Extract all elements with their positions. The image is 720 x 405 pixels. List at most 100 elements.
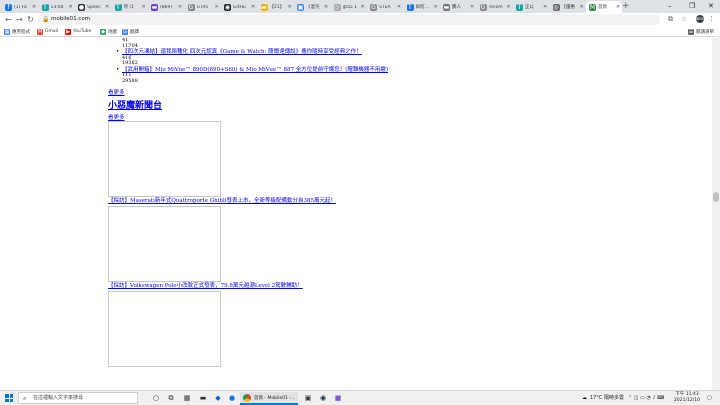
scrollbar[interactable] [712,38,720,390]
tab-favicon-icon: ◉ [224,3,231,11]
browser-tab[interactable]: ● Speec ✕ [75,1,111,13]
close-tab-icon[interactable]: ✕ [215,4,221,10]
system-tray-icons[interactable]: ⌃ ◫ ▭ ◔ ♪ ⌨ [628,392,664,405]
bookmark-icon: ◆ [100,28,106,35]
close-tab-icon[interactable]: ✕ [324,4,330,10]
address-bar[interactable]: 🔒 mobile01.com [38,14,660,25]
bookmark-icon: G [122,28,128,35]
page-content: 41 11704 • 【四次元凍結】還我兩種化 四次元認真《Game & Wat… [108,38,388,367]
reload-icon[interactable]: ↻ [27,14,34,25]
taskbar-chrome-app[interactable]: 首頁 - Mobile01 -... [240,392,298,405]
news-image[interactable] [108,206,221,282]
browser-tab[interactable]: G STEA ✕ [367,1,403,13]
clock[interactable]: 下午 11:43 2021/12/10 [672,392,702,404]
tab-title: gta5 1 [342,4,358,10]
notification-icon[interactable]: ▢ [707,392,712,405]
search-placeholder: 在這裡輸入文字來搜尋 [33,395,84,401]
store-icon[interactable]: ◆ [213,393,223,403]
news-image[interactable] [108,121,221,197]
new-tab-button[interactable]: + [622,1,630,12]
browser-tab[interactable]: ◉ GitHu ✕ [221,1,257,13]
more-link[interactable]: 看更多 [108,115,125,121]
browser-tab[interactable]: M 首頁 ✕ [586,1,622,13]
browser-tab[interactable]: ◎ 【優惠 ✕ [550,1,586,13]
close-tab-icon[interactable]: ✕ [580,4,586,10]
task-view-icon[interactable]: ⧉ [166,393,176,403]
widget-icon[interactable]: ▦ [182,393,192,403]
bookmark-item[interactable]: ◆ 地圖 [100,27,117,36]
maximize-icon[interactable]: ❐ [689,1,695,12]
minimize-icon[interactable]: – [668,1,672,12]
close-tab-icon[interactable]: ✕ [142,4,148,10]
close-tab-icon[interactable]: ✕ [470,4,476,10]
tab-title: 時 (1 [123,5,135,10]
bookmark-item[interactable]: G 翻譯 [122,27,139,36]
news-link[interactable]: 【採訪】Maserati新年式Quattroporte Ghibli發表上市，全… [108,198,336,204]
close-tab-icon[interactable]: ✕ [251,4,257,10]
bookmark-item[interactable]: ▦ 應用程式 [4,27,30,36]
forward-icon[interactable]: → [16,14,23,25]
tab-favicon-icon: ▬ [260,3,268,11]
app-icon[interactable]: ■ [333,393,343,403]
url-text: mobile01.com [51,16,91,22]
app-icon[interactable]: ▣ [303,393,313,403]
close-window-icon[interactable]: ✕ [708,1,714,12]
tab-favicon-icon: M [589,3,596,11]
web-page: 41 11704 • 【四次元凍結】還我兩種化 四次元認真《Game & Wat… [0,38,712,390]
more-link[interactable]: 看更多 [108,90,125,96]
cortana-icon[interactable]: ○ [151,393,161,403]
scrollbar-thumb[interactable] [713,192,719,202]
close-tab-icon[interactable]: ✕ [397,4,403,10]
browser-tab[interactable]: ▬ 【21】 ✕ [258,1,294,13]
section-title-link[interactable]: 小惡魔新聞台 [108,101,162,111]
browser-tab[interactable]: ▬ 騰人 ✕ [440,1,476,13]
edge-icon[interactable]: ● [227,393,237,403]
browser-tab[interactable]: Grecom ✕ [477,1,513,13]
news-image[interactable] [108,291,221,367]
tab-strip: f (1) Fa ✕ T 13:00 ✕ ● Speec ✕ T 時 (1 ✕ ▬ (869) ✕ G GTA5… [0,0,720,13]
article-link[interactable]: 【四次元凍結】還我兩種化 四次元認真《Game & Watch: 薩爾達傳說》攜… [122,49,362,56]
taskbar-search-box[interactable]: ⌕ 在這裡輸入文字來搜尋 [18,392,138,404]
close-tab-icon[interactable]: ✕ [543,4,549,10]
close-tab-icon[interactable]: ✕ [105,4,111,10]
news-link[interactable]: 【採訪】Volkswagen Polo小改款正式發表，79.8萬元越潮Level… [108,283,303,289]
install-icon[interactable]: ⧉ [668,14,673,25]
tab-favicon-icon: T [516,3,523,11]
steam-icon[interactable]: ◉ [318,393,328,403]
browser-tab[interactable]: T 正以 ✕ [513,1,549,13]
chrome-icon [243,393,251,402]
back-icon[interactable]: ← [5,14,12,25]
close-tab-icon[interactable]: ✕ [69,4,75,10]
bookmark-label: 地圖 [108,29,117,35]
tab-title: (869) [160,4,173,10]
article-link[interactable]: 【武用開箱】Mio MiVue™ 890D(890+S60) & Mio MiV… [122,67,388,74]
browser-tab[interactable]: T 13:00 ✕ [39,1,75,13]
browser-tab[interactable]: T時 (1 ✕ [112,1,148,13]
close-tab-icon[interactable]: ✕ [507,4,513,10]
tab-favicon-icon: ▬ [151,3,158,11]
browser-tab[interactable]: G GTA5 ✕ [185,1,221,13]
close-tab-icon[interactable]: ✕ [434,4,440,10]
tab-favicon-icon: T [41,3,49,11]
browser-tab[interactable]: ▬ (869) ✕ [148,1,184,13]
weather-text[interactable]: 17°C 隔時多雲 [590,392,624,405]
close-tab-icon[interactable]: ✕ [178,4,184,10]
close-tab-icon[interactable]: ✕ [361,4,367,10]
bookmark-item[interactable]: M Gmail [37,27,58,36]
bookmarks-bar: ▦ 應用程式 M Gmail ▶ YouTube ◆ 地圖 G 翻譯 ☰ 閱讀清單 [0,26,720,37]
close-tab-icon[interactable]: ✕ [32,4,38,10]
windows-start-icon[interactable] [5,394,13,402]
menu-icon[interactable]: ⋮ [708,14,715,25]
file-explorer-icon[interactable]: ▬ [198,393,208,403]
close-tab-icon[interactable]: ✕ [288,4,294,10]
bookmark-item[interactable]: ▶ YouTube [65,27,91,36]
reading-list-button[interactable]: ☰ 閱讀清單 [688,27,714,36]
profile-avatar[interactable]: JBRE [696,15,704,23]
browser-tab[interactable]: f (1) Fa ✕ [2,1,38,13]
tab-favicon-icon: f [5,3,12,11]
weather-icon[interactable]: ☁ [582,392,587,405]
bookmark-star-icon[interactable]: ☆ [681,14,687,25]
browser-tab[interactable]: ▣ 《混沌 ✕ [294,1,330,13]
browser-tab[interactable]: T 如何... ✕ [404,1,440,13]
browser-tab[interactable]: ◇ gta5 1 ✕ [331,1,367,13]
